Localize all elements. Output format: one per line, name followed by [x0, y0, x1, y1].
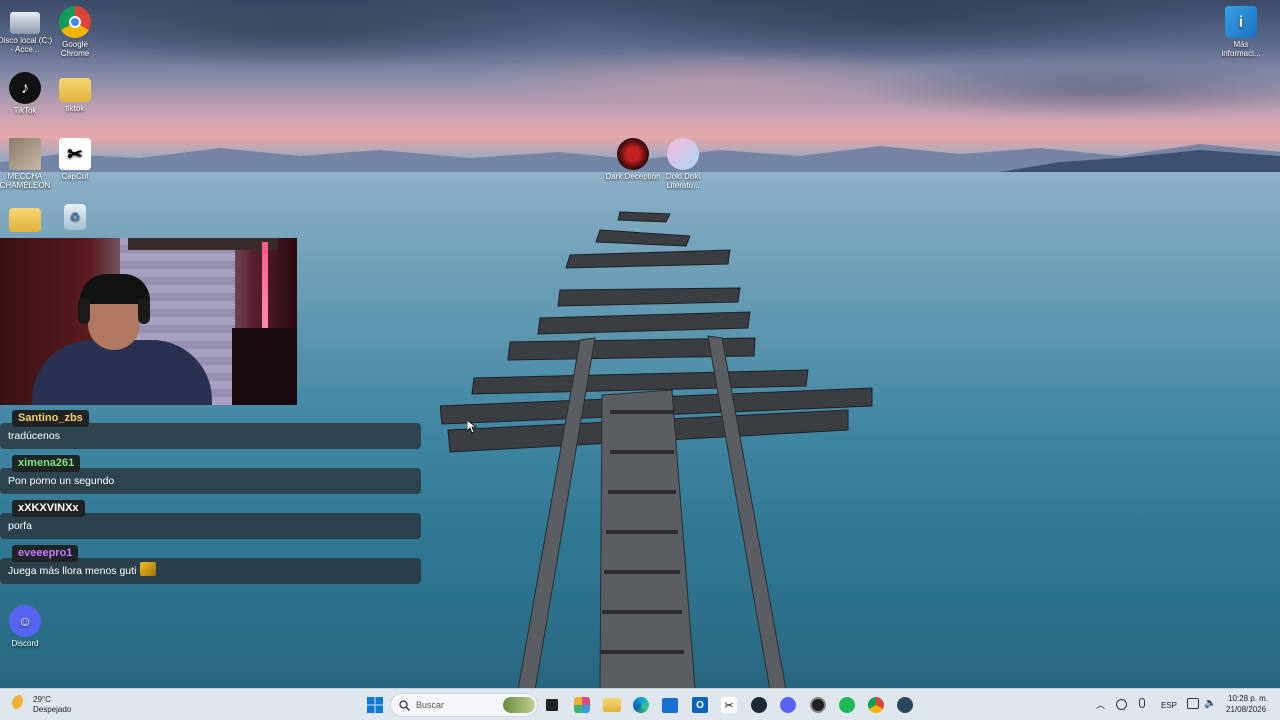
- outlook-icon: O: [692, 697, 708, 713]
- tray-app-icon[interactable]: [1116, 699, 1127, 710]
- info-icon: i: [1225, 6, 1257, 38]
- drive-icon: [10, 12, 40, 34]
- start-button[interactable]: [363, 693, 387, 717]
- desktop-icon-chrome[interactable]: Google Chrome: [47, 6, 103, 58]
- chat-text: Juega más llora menos guti: [8, 565, 137, 577]
- desktop-icon-ddlc[interactable]: Doki Doki Literatu...: [655, 138, 711, 190]
- folder-icon: [603, 698, 621, 712]
- taskbar-app-store[interactable]: [658, 693, 682, 717]
- mouse-cursor-icon: [467, 420, 477, 434]
- desktop-icon-label: Disco local (C:) - Acce...: [0, 36, 53, 54]
- taskbar-app-discord[interactable]: [776, 693, 800, 717]
- chat-text: tradúcenos: [8, 430, 60, 442]
- chat-username: xXKXVINXx: [12, 500, 85, 517]
- chat-text: porfa: [8, 520, 32, 532]
- discord-icon: ☺: [9, 605, 41, 637]
- network-icon[interactable]: [1187, 698, 1199, 709]
- desktop-icon-label: Más informaci...: [1221, 40, 1261, 58]
- moon-icon: [12, 695, 28, 711]
- search-placeholder: Buscar: [416, 700, 445, 710]
- capcut-icon: ✂: [721, 697, 737, 713]
- desktop-icon-label: Doki Doki Literatu...: [665, 172, 701, 190]
- search-input[interactable]: Buscar: [390, 693, 538, 717]
- weather-desc: Despejado: [33, 705, 72, 714]
- microphone-icon[interactable]: [1139, 698, 1145, 708]
- spotify-icon: [839, 697, 855, 713]
- task-view-button[interactable]: [540, 693, 564, 717]
- chat-username: ximena261: [12, 455, 81, 472]
- chat-username: Santino_zbs: [12, 410, 89, 427]
- clock-time[interactable]: 10:28 p. m.: [1228, 694, 1268, 703]
- emote-icon: [140, 562, 156, 576]
- desktop-icon-discord[interactable]: ☺ Discord: [0, 605, 53, 648]
- taskbar-app-steam[interactable]: [747, 693, 771, 717]
- discord-icon: [780, 697, 796, 713]
- language-indicator[interactable]: ESP: [1161, 701, 1177, 710]
- desktop-icon-recycle-bin[interactable]: ♻: [47, 204, 103, 232]
- desktop-icon-capcut[interactable]: ✂ CapCut: [47, 138, 103, 181]
- chat-text: Pon porno un segundo: [8, 475, 115, 487]
- steam-icon: [897, 697, 913, 713]
- task-view-icon: [546, 699, 558, 711]
- windows-icon: [367, 697, 383, 713]
- clock-date[interactable]: 21/08/2026: [1226, 705, 1266, 714]
- taskbar-app-chrome[interactable]: [864, 693, 888, 717]
- desktop-icon-label: CapCut: [61, 172, 89, 181]
- webcam-overlay: [0, 238, 297, 405]
- chevron-up-icon[interactable]: ︿: [1096, 698, 1105, 711]
- taskbar-app-outlook[interactable]: O: [688, 693, 712, 717]
- chrome-icon: [868, 697, 884, 713]
- taskbar-app-widgets[interactable]: [570, 693, 594, 717]
- ddlc-icon: [667, 138, 699, 170]
- desktop-icon-drive[interactable]: Disco local (C:) - Acce...: [0, 6, 53, 54]
- chrome-icon: [59, 6, 91, 38]
- chat-message: ximena261 Pon porno un segundo: [0, 455, 421, 500]
- desktop-icon-more-info[interactable]: i Más informaci...: [1213, 6, 1269, 58]
- taskbar-app-capcut[interactable]: ✂: [717, 693, 741, 717]
- volume-icon[interactable]: 🔈: [1204, 698, 1216, 709]
- store-icon: [662, 697, 678, 713]
- desktop-icon-label: TikTok: [13, 106, 37, 115]
- desktop-icon-tiktok-app[interactable]: ♪ TikTok: [0, 72, 53, 115]
- desktop-icon-dark-deception[interactable]: Dark Deception: [605, 138, 661, 181]
- wallpaper-pier: [440, 211, 873, 690]
- capcut-icon: ✂: [59, 138, 91, 170]
- search-icon: [399, 700, 410, 711]
- desktop-icon-label: Google Chrome: [60, 40, 90, 58]
- tiktok-icon: ♪: [9, 72, 41, 104]
- wallpaper-sky: [0, 0, 1280, 150]
- chat-message: eveeepro1 Juega más llora menos guti: [0, 545, 421, 590]
- edge-icon: [633, 697, 649, 713]
- taskbar: 29°C Despejado Buscar O ✂ ︿ ESP 🔈 10:28 …: [0, 688, 1280, 720]
- desktop-icon-label: tiktok: [65, 104, 85, 113]
- game-icon: [9, 138, 41, 170]
- taskbar-app-obs[interactable]: [806, 693, 830, 717]
- weather-temp: 29°C: [33, 695, 51, 704]
- desktop-icon-label: Dark Deception: [605, 172, 661, 181]
- desktop-icon-meccha[interactable]: MECCHA CHAMELEON: [0, 138, 53, 190]
- folder-icon: [9, 208, 41, 232]
- folder-icon: [59, 78, 91, 102]
- steam-icon: [751, 697, 767, 713]
- chat-username: eveeepro1: [12, 545, 79, 562]
- search-highlight-icon: [503, 697, 535, 713]
- desktop-icon-label: Discord: [11, 639, 39, 648]
- obs-icon: [810, 697, 826, 713]
- desktop-icon-folder[interactable]: [0, 204, 53, 234]
- dark-deception-icon: [617, 138, 649, 170]
- chat-message: xXKXVINXx porfa: [0, 500, 421, 545]
- chat-overlay: Santino_zbs tradúcenos ximena261 Pon por…: [0, 410, 421, 590]
- taskbar-app-steam-2[interactable]: [893, 693, 917, 717]
- weather-widget[interactable]: 29°C Despejado: [10, 693, 100, 717]
- taskbar-app-edge[interactable]: [629, 693, 653, 717]
- recycle-bin-icon: ♻: [64, 204, 86, 230]
- taskbar-app-spotify[interactable]: [835, 693, 859, 717]
- chat-message: Santino_zbs tradúcenos: [0, 410, 421, 455]
- desktop-icon-label: MECCHA CHAMELEON: [0, 172, 51, 190]
- desktop-icon-tiktok-folder[interactable]: tiktok: [47, 72, 103, 113]
- taskbar-app-explorer[interactable]: [600, 693, 624, 717]
- widgets-icon: [574, 697, 590, 713]
